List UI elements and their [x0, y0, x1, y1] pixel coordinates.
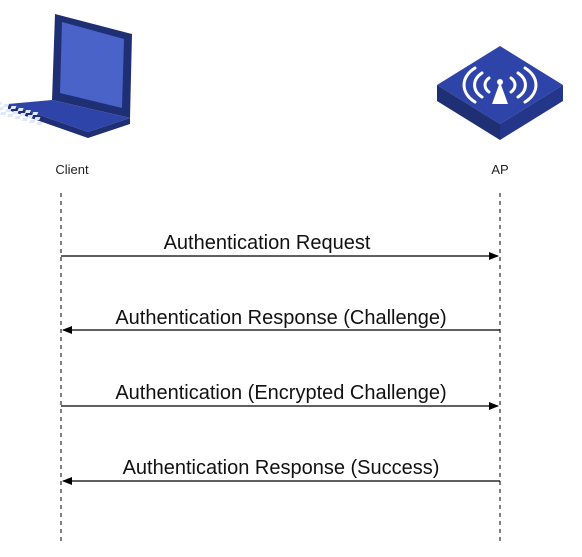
message-label-3: Authentication (Encrypted Challenge) [115, 382, 446, 404]
ap-label: AP [491, 162, 508, 177]
access-point-icon [437, 46, 563, 140]
client-label: Client [55, 162, 89, 177]
message-label-1: Authentication Request [164, 232, 371, 254]
message-label-4: Authentication Response (Success) [123, 457, 440, 479]
message-label-2: Authentication Response (Challenge) [115, 307, 446, 329]
sequence-diagram: Client AP Authentication Request Authent… [0, 14, 563, 545]
laptop-icon [0, 14, 132, 138]
